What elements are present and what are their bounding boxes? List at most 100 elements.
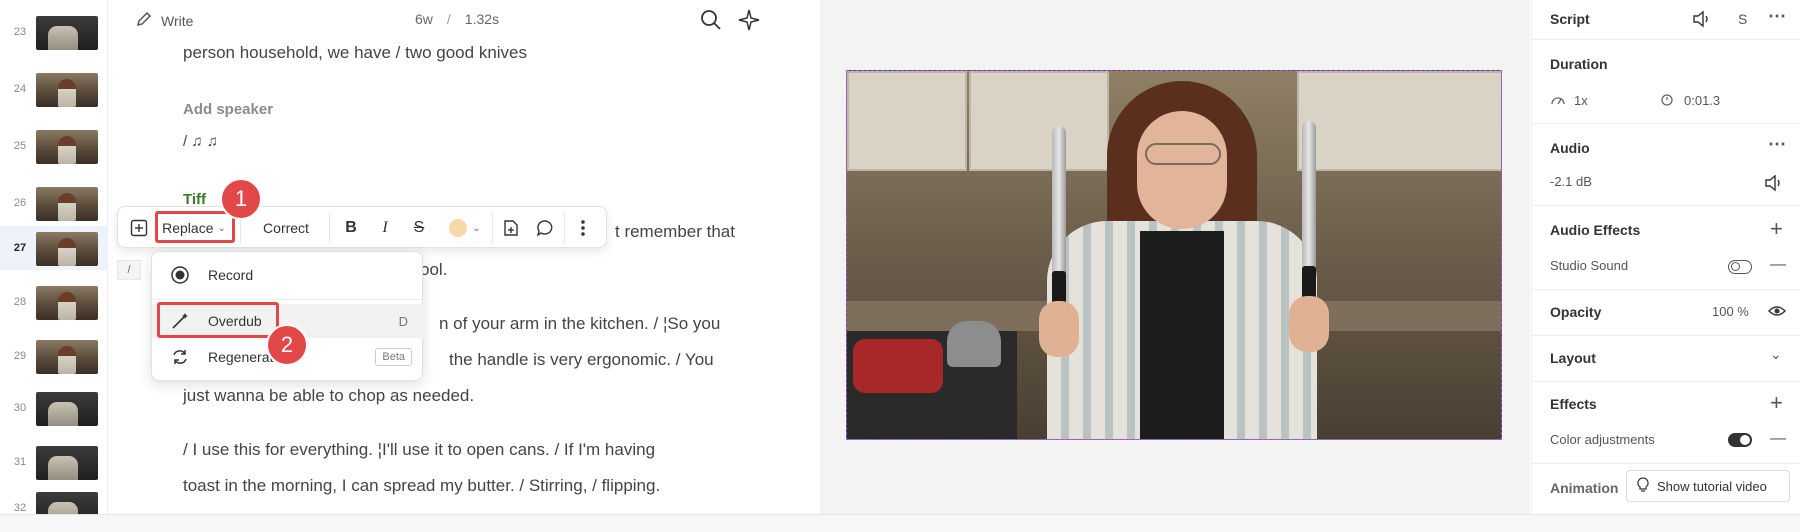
bold-button[interactable]: B xyxy=(340,215,362,241)
write-button[interactable]: Write xyxy=(135,10,193,31)
add-speaker-button[interactable]: Add speaker xyxy=(183,92,273,128)
record-icon xyxy=(170,265,190,285)
scene-thumb[interactable]: 31 xyxy=(0,440,108,484)
opacity-value[interactable]: 100 % xyxy=(1712,304,1749,319)
video-scene xyxy=(1039,301,1079,357)
bottom-strip xyxy=(0,514,1800,532)
section-title: Script xyxy=(1550,11,1590,27)
scene-number: 28 xyxy=(13,296,27,308)
video-scene xyxy=(1145,143,1221,165)
transcript-line[interactable]: toast in the morning, I can spread my bu… xyxy=(183,468,660,504)
script-s-button[interactable]: S xyxy=(1738,11,1747,27)
selection-duration: 1.32s xyxy=(464,11,500,27)
more-options-icon[interactable] xyxy=(572,215,594,241)
scene-thumb[interactable]: 24 xyxy=(0,67,108,111)
transcript-line[interactable]: person household, we have / two good kni… xyxy=(183,35,527,71)
scene-thumb[interactable]: 32 xyxy=(0,486,108,514)
timer-icon xyxy=(1660,92,1674,111)
menu-item-record[interactable]: Record xyxy=(152,258,424,292)
more-options-icon[interactable]: ⋯ xyxy=(1768,6,1786,27)
color-swatch-icon xyxy=(449,219,468,237)
slash-marker: / xyxy=(117,260,141,280)
write-label: Write xyxy=(161,12,194,29)
video-scene xyxy=(1052,126,1066,276)
minus-icon[interactable]: — xyxy=(1770,256,1786,274)
scene-preview xyxy=(36,492,98,514)
scene-thumb[interactable]: 25 xyxy=(0,124,108,168)
audio-effects-section: Audio Effects + Studio Sound — xyxy=(1532,206,1800,290)
scene-thumb[interactable]: 28 xyxy=(0,280,108,324)
speaker-volume-icon[interactable] xyxy=(1692,10,1712,33)
script-section: Script S ⋯ xyxy=(1532,0,1800,40)
layout-section[interactable]: Layout ⌄ xyxy=(1532,336,1800,382)
speaker-volume-icon[interactable] xyxy=(1764,174,1784,197)
italic-button[interactable]: I xyxy=(374,215,396,241)
scene-number: 27 xyxy=(13,242,27,254)
transcript-line[interactable]: / I use this for everything. ¦I'll use i… xyxy=(183,432,655,468)
chevron-down-icon[interactable]: ⌄ xyxy=(1770,346,1782,363)
speed-icon xyxy=(1550,92,1566,111)
add-icon[interactable]: + xyxy=(1770,390,1783,416)
transcript-line[interactable]: ool. xyxy=(420,252,447,288)
more-options-icon[interactable]: ⋯ xyxy=(1768,134,1786,155)
scene-thumb[interactable]: 29 xyxy=(0,334,108,378)
shortcut-hint: D xyxy=(398,313,408,329)
audio-gain[interactable]: -2.1 dB xyxy=(1550,174,1592,189)
properties-panel: Script S ⋯ Duration 1x 0:01.3 Audio ⋯ -2… xyxy=(1531,0,1800,514)
video-scene xyxy=(1297,71,1501,171)
scene-number: 30 xyxy=(13,402,27,414)
scene-number: 29 xyxy=(13,350,27,362)
color-adjustments-label: Color adjustments xyxy=(1550,432,1655,447)
section-title: Layout xyxy=(1550,350,1596,366)
transcript-line[interactable]: the handle is very ergonomic. / You xyxy=(449,342,714,378)
transcript-line[interactable]: just wanna be able to chop as needed. xyxy=(183,378,474,414)
tutorial-label: Show tutorial video xyxy=(1657,478,1767,494)
section-title: Effects xyxy=(1550,396,1597,412)
minus-icon[interactable]: — xyxy=(1770,430,1786,448)
app-window: 23 24 25 26 27 28 29 30 31 32 Write 6w /… xyxy=(0,0,1800,532)
video-scene xyxy=(969,71,1109,171)
add-scene-icon[interactable] xyxy=(498,215,524,241)
scene-thumb-active[interactable]: 27 xyxy=(0,226,108,270)
correct-button[interactable]: Correct xyxy=(246,215,326,241)
transcript-music-marks[interactable]: / ♫ ♫ xyxy=(183,124,218,160)
search-icon[interactable] xyxy=(699,8,723,32)
strikethrough-button[interactable]: S xyxy=(408,215,430,241)
add-icon[interactable]: + xyxy=(1770,216,1783,242)
scene-thumb[interactable]: 26 xyxy=(0,181,108,225)
chevron-down-icon: ⌄ xyxy=(472,222,481,234)
duration-value[interactable]: 0:01.3 xyxy=(1684,93,1720,108)
section-title: Audio Effects xyxy=(1550,222,1641,238)
video-scene xyxy=(1140,231,1224,439)
audio-section: Audio ⋯ -2.1 dB xyxy=(1532,124,1800,206)
transcript-line[interactable]: t remember that xyxy=(615,214,735,250)
video-frame[interactable] xyxy=(846,70,1502,440)
selection-stats: 6w / 1.32s xyxy=(415,11,499,27)
sparkle-icon[interactable] xyxy=(737,8,761,32)
video-canvas xyxy=(820,0,1530,514)
video-scene xyxy=(853,339,943,393)
lightbulb-icon xyxy=(1637,476,1649,496)
transcript-line[interactable]: n of your arm in the kitchen. / ¦So you xyxy=(439,306,720,342)
scene-preview xyxy=(36,73,98,107)
eye-icon[interactable] xyxy=(1768,304,1786,323)
scene-thumb[interactable]: 23 xyxy=(0,10,108,54)
highlight-color-picker[interactable]: ⌄ xyxy=(444,215,486,241)
comment-icon[interactable] xyxy=(532,215,558,241)
color-adjustments-toggle[interactable] xyxy=(1728,433,1752,447)
overdub-highlight-box xyxy=(157,302,279,338)
scene-number: 24 xyxy=(13,83,27,95)
scene-thumb[interactable]: 30 xyxy=(0,386,108,430)
scene-preview xyxy=(36,16,98,50)
opacity-section: Opacity 100 % xyxy=(1532,290,1800,336)
duration-section: Duration 1x 0:01.3 xyxy=(1532,40,1800,124)
menu-item-label: Record xyxy=(208,267,254,283)
scene-preview xyxy=(36,286,98,320)
studio-sound-toggle[interactable] xyxy=(1728,260,1752,274)
add-icon[interactable] xyxy=(126,215,152,241)
show-tutorial-button[interactable]: Show tutorial video xyxy=(1626,470,1790,502)
speed-value[interactable]: 1x xyxy=(1574,93,1588,108)
section-title: Animation xyxy=(1550,480,1619,496)
video-scene xyxy=(1289,296,1329,352)
scene-preview xyxy=(36,187,98,221)
